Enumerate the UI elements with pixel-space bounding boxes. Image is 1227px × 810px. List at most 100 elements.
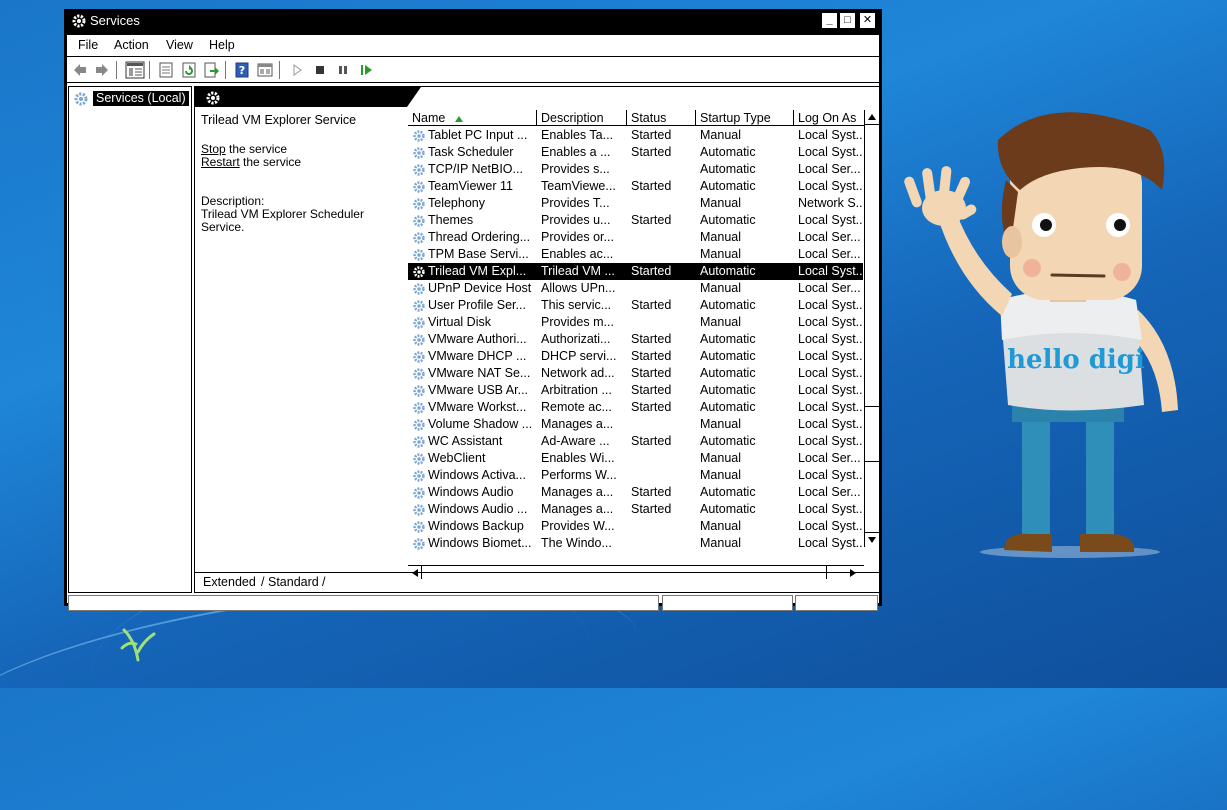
cell-startup: Automatic bbox=[700, 162, 756, 176]
service-row[interactable]: Windows Activa... Performs W... Manual Loca… bbox=[408, 467, 863, 484]
cell-status: Started bbox=[631, 213, 672, 227]
pane-header bbox=[195, 87, 421, 107]
title-bar[interactable]: Services _ □ ✕ bbox=[64, 9, 882, 33]
service-gear-icon bbox=[413, 232, 425, 244]
service-row[interactable]: VMware NAT Se... Network ad... Started Auto… bbox=[408, 365, 863, 382]
service-row[interactable]: WebClient Enables Wi... Manual Local Ser... bbox=[408, 450, 863, 467]
service-row[interactable]: Themes Provides u... Started Automatic Local… bbox=[408, 212, 863, 229]
cell-status: Started bbox=[631, 298, 672, 312]
close-button[interactable]: ✕ bbox=[860, 13, 875, 28]
service-row[interactable]: TPM Base Servi... Enables ac... Manual Loca… bbox=[408, 246, 863, 263]
service-row[interactable]: Windows Backup Provides W... Manual Local S… bbox=[408, 518, 863, 535]
cell-logon: Local Ser... bbox=[798, 451, 861, 465]
service-row[interactable]: User Profile Ser... This servic... Started… bbox=[408, 297, 863, 314]
cell-name: Virtual Disk bbox=[428, 315, 491, 329]
cell-status: Started bbox=[631, 332, 672, 346]
service-row[interactable]: Task Scheduler Enables a ... Started Automa… bbox=[408, 144, 863, 161]
column-header-log-on-as[interactable]: Log On As bbox=[794, 110, 864, 126]
maximize-button[interactable]: □ bbox=[840, 13, 855, 28]
service-row[interactable]: Telephony Provides T... Manual Network S... bbox=[408, 195, 863, 212]
cell-startup: Automatic bbox=[700, 434, 756, 448]
cell-name: Windows Backup bbox=[428, 519, 524, 533]
export-icon[interactable] bbox=[204, 62, 220, 78]
cell-description: Provides u... bbox=[541, 213, 611, 227]
service-row[interactable]: VMware DHCP ... DHCP servi... Started Autom… bbox=[408, 348, 863, 365]
cell-status: Started bbox=[631, 366, 672, 380]
service-row[interactable]: UPnP Device Host Allows UPn... Manual Local… bbox=[408, 280, 863, 297]
cell-name: Windows Audio ... bbox=[428, 502, 528, 516]
cell-startup: Automatic bbox=[700, 298, 756, 312]
resume-icon[interactable] bbox=[358, 62, 374, 78]
restart-service-link[interactable]: Restart bbox=[201, 155, 240, 169]
start-icon[interactable] bbox=[289, 62, 305, 78]
cell-logon: Local Syst... bbox=[798, 264, 862, 278]
stop-icon[interactable] bbox=[312, 62, 328, 78]
service-row[interactable]: Trilead VM Expl... Trilead VM ... Started A… bbox=[408, 263, 863, 280]
service-row[interactable]: Windows Audio Manages a... Started Automati… bbox=[408, 484, 863, 501]
service-row[interactable]: Windows Biomet... The Windo... Manual Local… bbox=[408, 535, 863, 552]
service-row[interactable]: WC Assistant Ad-Aware ... Started Automatic… bbox=[408, 433, 863, 450]
cell-logon: Local Syst... bbox=[798, 519, 862, 533]
vertical-scrollbar[interactable] bbox=[864, 110, 879, 547]
console-tree-pane: Services (Local) bbox=[68, 86, 192, 593]
column-header-label: Name bbox=[412, 111, 446, 125]
cell-logon: Network S... bbox=[798, 196, 862, 210]
cell-startup: Automatic bbox=[700, 383, 756, 397]
service-gear-icon bbox=[413, 504, 425, 516]
tab-extended[interactable]: Extended bbox=[203, 575, 256, 589]
service-row[interactable]: Virtual Disk Provides m... Manual Local Sys… bbox=[408, 314, 863, 331]
cell-name: Windows Audio bbox=[428, 485, 514, 499]
column-header-status[interactable]: Status bbox=[627, 110, 696, 126]
forward-arrow-icon[interactable] bbox=[94, 62, 110, 78]
services-gear-icon bbox=[206, 91, 220, 105]
service-row[interactable]: TeamViewer 11 TeamViewe... Started Automati… bbox=[408, 178, 863, 195]
service-row[interactable]: Tablet PC Input ... Enables Ta... Started M… bbox=[408, 127, 863, 144]
pause-icon[interactable] bbox=[335, 62, 351, 78]
menu-view[interactable]: View bbox=[166, 38, 193, 52]
column-header-name[interactable]: Name bbox=[408, 110, 537, 126]
scroll-up-icon[interactable] bbox=[867, 112, 877, 122]
console-tree-icon[interactable] bbox=[125, 61, 145, 79]
back-arrow-icon[interactable] bbox=[72, 62, 88, 78]
stop-service-text: the service bbox=[225, 142, 288, 156]
cell-startup: Automatic bbox=[700, 366, 756, 380]
service-row[interactable]: Windows Audio ... Manages a... Started Auto… bbox=[408, 501, 863, 518]
cell-description: Enables ac... bbox=[541, 247, 614, 261]
column-header-description[interactable]: Description bbox=[537, 110, 627, 126]
status-bar bbox=[67, 593, 879, 611]
service-row[interactable]: Volume Shadow ... Manages a... Manual Local… bbox=[408, 416, 863, 433]
cell-logon: Local Ser... bbox=[798, 485, 861, 499]
cell-startup: Automatic bbox=[700, 213, 756, 227]
properties-icon[interactable] bbox=[158, 62, 174, 78]
service-gear-icon bbox=[413, 470, 425, 482]
toolbar-separator bbox=[279, 61, 280, 79]
cell-logon: Local Syst... bbox=[798, 179, 862, 193]
service-row[interactable]: Thread Ordering... Provides or... Manual Lo… bbox=[408, 229, 863, 246]
services-window: Services _ □ ✕ File Action View Help ? S… bbox=[64, 9, 882, 611]
menu-action[interactable]: Action bbox=[114, 38, 149, 52]
stop-service-link[interactable]: Stop bbox=[201, 142, 226, 156]
cell-description: Provides T... bbox=[541, 196, 610, 210]
service-row[interactable]: VMware Workst... Remote ac... Started Autom… bbox=[408, 399, 863, 416]
help-icon[interactable]: ? bbox=[234, 62, 250, 78]
scroll-thumb[interactable] bbox=[865, 406, 879, 462]
service-row[interactable]: TCP/IP NetBIO... Provides s... Automatic Lo… bbox=[408, 161, 863, 178]
services-rows: Tablet PC Input ... Enables Ta... Started M… bbox=[408, 127, 863, 564]
refresh-icon[interactable] bbox=[181, 62, 197, 78]
menu-help[interactable]: Help bbox=[209, 38, 235, 52]
tab-standard[interactable]: Standard bbox=[268, 575, 319, 589]
service-row[interactable]: VMware Authori... Authorizati... Started Au… bbox=[408, 331, 863, 348]
scroll-down-icon[interactable] bbox=[867, 535, 877, 545]
cell-logon: Local Ser... bbox=[798, 247, 861, 261]
status-pane bbox=[795, 595, 878, 611]
service-gear-icon bbox=[413, 453, 425, 465]
column-header-startup-type[interactable]: Startup Type bbox=[696, 110, 794, 126]
minimize-button[interactable]: _ bbox=[822, 13, 837, 28]
cell-name: Tablet PC Input ... bbox=[428, 128, 528, 142]
cell-name: VMware DHCP ... bbox=[428, 349, 527, 363]
show-hide-icon[interactable] bbox=[257, 62, 273, 78]
menu-file[interactable]: File bbox=[78, 38, 98, 52]
service-gear-icon bbox=[413, 368, 425, 380]
cell-status: Started bbox=[631, 264, 672, 278]
service-row[interactable]: VMware USB Ar... Arbitration ... Started Au… bbox=[408, 382, 863, 399]
